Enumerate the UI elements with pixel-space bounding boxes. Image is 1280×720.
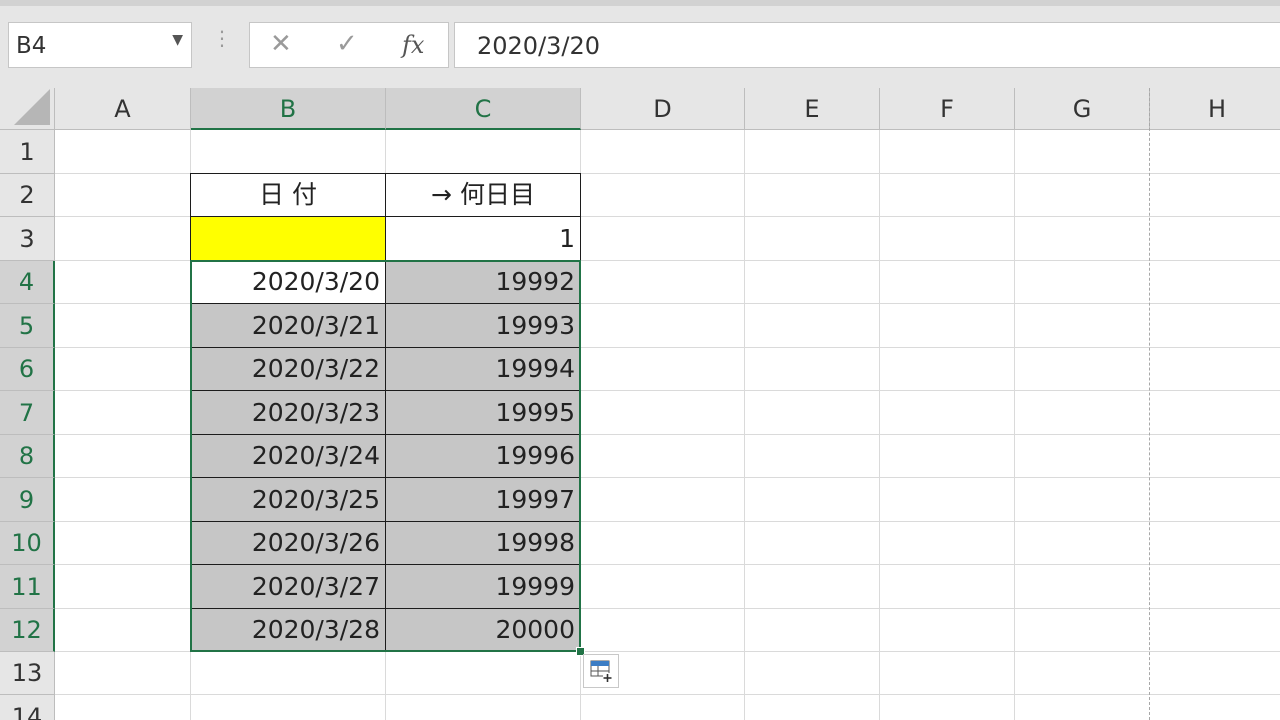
column-header-f[interactable]: F [880, 88, 1015, 130]
worksheet-grid[interactable]: A B C D E F G H 1 2 3 4 5 6 7 8 9 10 11 … [0, 88, 1280, 720]
cancel-button[interactable]: ✕ [270, 29, 292, 59]
row-header-2[interactable]: 2 [0, 174, 55, 217]
gridline [744, 130, 745, 720]
cell-c9[interactable]: 19997 [385, 477, 581, 522]
row-header-10[interactable]: 10 [0, 522, 55, 565]
cell-c8[interactable]: 19996 [385, 434, 581, 478]
cell-b6[interactable]: 2020/3/22 [190, 347, 386, 391]
quick-analysis-button[interactable] [583, 654, 619, 688]
row-header-1[interactable]: 1 [0, 130, 55, 174]
cell-c3[interactable]: 1 [385, 216, 581, 261]
row-header-6[interactable]: 6 [0, 348, 55, 391]
cell-b3[interactable] [190, 216, 386, 261]
cell-b12[interactable]: 2020/3/28 [190, 608, 386, 652]
column-header-a[interactable]: A [55, 88, 191, 130]
row-header-13[interactable]: 13 [0, 652, 55, 695]
cell-c7[interactable]: 19995 [385, 390, 581, 435]
row-header-5[interactable]: 5 [0, 304, 55, 348]
gridline [1014, 130, 1015, 720]
formula-input[interactable]: 2020/3/20 [454, 22, 1280, 68]
drag-grip-icon[interactable]: ⋮ [212, 28, 232, 48]
column-header-c[interactable]: C [386, 88, 581, 130]
cell-c6[interactable]: 19994 [385, 347, 581, 391]
column-header-h[interactable]: H [1150, 88, 1280, 130]
cell-c12[interactable]: 20000 [385, 608, 581, 652]
cell-b5[interactable]: 2020/3/21 [190, 303, 386, 348]
cell-b9[interactable]: 2020/3/25 [190, 477, 386, 522]
cell-b7[interactable]: 2020/3/23 [190, 390, 386, 435]
formula-buttons: ✕ ✓ fx [249, 22, 449, 68]
cell-b10[interactable]: 2020/3/26 [190, 521, 386, 565]
formula-bar-area: B4 ▼ ⋮ ✕ ✓ fx 2020/3/20 [0, 0, 1280, 88]
quick-analysis-icon [590, 660, 612, 682]
row-header-9[interactable]: 9 [0, 478, 55, 522]
name-box-value[interactable]: B4 [16, 33, 46, 59]
select-all-triangle-icon [14, 89, 50, 125]
row-header-4[interactable]: 4 [0, 261, 55, 304]
column-header-e[interactable]: E [745, 88, 880, 130]
formula-content[interactable]: 2020/3/20 [477, 32, 600, 60]
chevron-down-icon[interactable]: ▼ [172, 32, 183, 48]
row-header-11[interactable]: 11 [0, 565, 55, 609]
cell-c4[interactable]: 19992 [385, 260, 581, 304]
column-header-b[interactable]: B [191, 88, 386, 130]
column-header-d[interactable]: D [581, 88, 745, 130]
gridline [55, 694, 1280, 695]
cell-b2[interactable]: 日 付 [190, 173, 386, 217]
cell-b11[interactable]: 2020/3/27 [190, 564, 386, 609]
cell-c5[interactable]: 19993 [385, 303, 581, 348]
page-break-line [1149, 88, 1150, 720]
row-header-12[interactable]: 12 [0, 609, 55, 652]
ribbon-edge [0, 0, 1280, 6]
gridline [879, 130, 880, 720]
enter-button[interactable]: ✓ [336, 29, 358, 59]
row-header-8[interactable]: 8 [0, 435, 55, 478]
cell-c10[interactable]: 19998 [385, 521, 581, 565]
row-header-3[interactable]: 3 [0, 217, 55, 261]
insert-function-button[interactable]: fx [402, 31, 424, 59]
cell-b8[interactable]: 2020/3/24 [190, 434, 386, 478]
name-box[interactable]: B4 ▼ [8, 22, 192, 68]
row-header-7[interactable]: 7 [0, 391, 55, 435]
cell-b4[interactable]: 2020/3/20 [190, 260, 386, 304]
cell-c2[interactable]: → 何日目 [385, 173, 581, 217]
cell-c11[interactable]: 19999 [385, 564, 581, 609]
select-all-button[interactable] [0, 88, 55, 130]
column-header-g[interactable]: G [1015, 88, 1150, 130]
row-header-14[interactable]: 14 [0, 695, 55, 720]
